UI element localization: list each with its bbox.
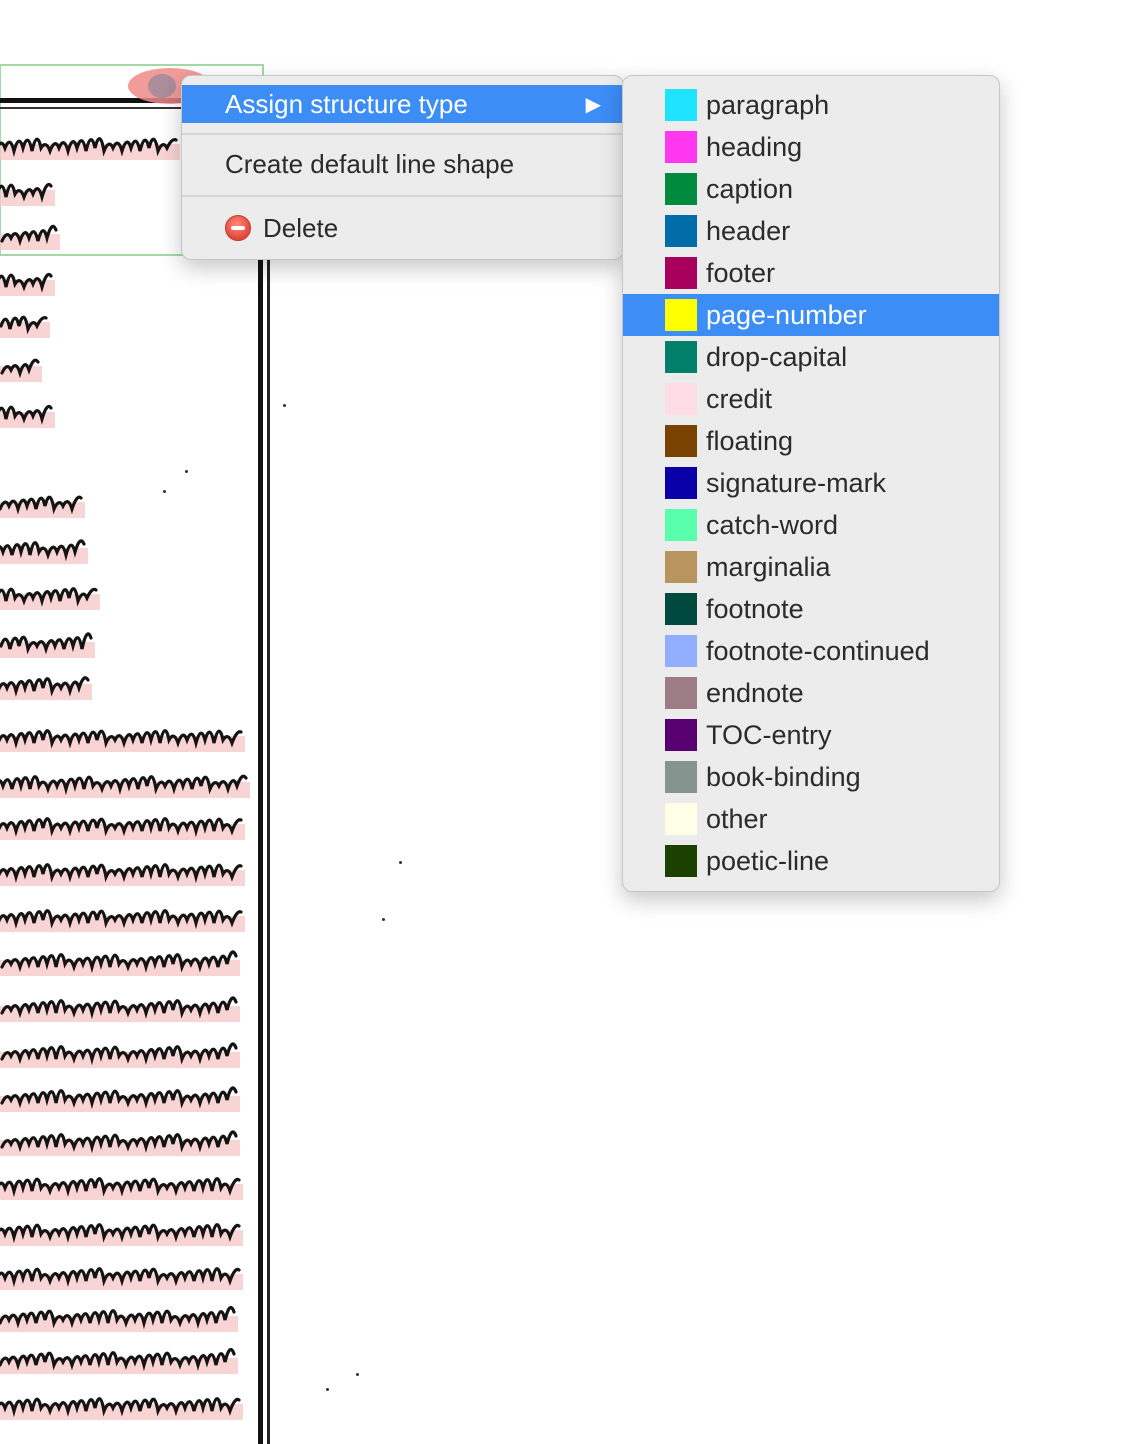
menu-item-create-default-line-shape[interactable]: Create default line shape bbox=[182, 143, 623, 185]
text-lines-group bbox=[0, 137, 250, 1420]
color-swatch-icon bbox=[665, 383, 697, 415]
submenu-item-heading[interactable]: heading bbox=[623, 126, 999, 168]
text-line-region[interactable] bbox=[0, 144, 180, 160]
submenu-item-label: page-number bbox=[706, 299, 867, 330]
color-swatch-icon bbox=[665, 131, 697, 163]
color-swatch-icon bbox=[665, 761, 697, 793]
color-swatch-icon bbox=[665, 845, 697, 877]
menu-separator bbox=[182, 195, 623, 197]
color-swatch-icon bbox=[665, 509, 697, 541]
scan-speck bbox=[326, 1388, 329, 1391]
color-swatch-icon bbox=[665, 677, 697, 709]
menu-separator bbox=[182, 133, 623, 135]
color-swatch-icon bbox=[665, 299, 697, 331]
color-swatch-icon bbox=[665, 467, 697, 499]
submenu-item-footnote[interactable]: footnote bbox=[623, 588, 999, 630]
scan-speck bbox=[283, 404, 286, 407]
color-swatch-icon bbox=[665, 425, 697, 457]
submenu-item-drop-capital[interactable]: drop-capital bbox=[623, 336, 999, 378]
color-swatch-icon bbox=[665, 593, 697, 625]
color-swatch-icon bbox=[665, 215, 697, 247]
scan-speck bbox=[163, 490, 166, 493]
submenu-item-floating[interactable]: floating bbox=[623, 420, 999, 462]
scan-speck bbox=[356, 1373, 359, 1376]
handwritten-text-stroke bbox=[0, 1130, 238, 1154]
color-swatch-icon bbox=[665, 803, 697, 835]
handwritten-text-stroke bbox=[0, 272, 53, 293]
submenu-item-label: caption bbox=[706, 173, 794, 204]
submenu-item-label: TOC-entry bbox=[706, 719, 832, 750]
submenu-item-label: paragraph bbox=[706, 89, 830, 120]
submenu-item-footer[interactable]: footer bbox=[623, 252, 999, 294]
handwritten-text-stroke bbox=[0, 1305, 236, 1330]
submenu-arrow-icon: ▶ bbox=[585, 93, 601, 116]
color-swatch-icon bbox=[665, 173, 697, 205]
color-swatch-icon bbox=[665, 341, 697, 373]
submenu-item-endnote[interactable]: endnote bbox=[623, 672, 999, 714]
submenu-item-paragraph[interactable]: paragraph bbox=[623, 84, 999, 126]
submenu-item-book-binding[interactable]: book-binding bbox=[623, 756, 999, 798]
submenu-item-label: drop-capital bbox=[706, 341, 848, 372]
submenu-item-label: credit bbox=[706, 383, 773, 414]
page-border-right-outer bbox=[267, 100, 270, 1444]
handwritten-text-stroke bbox=[0, 224, 58, 247]
submenu-item-label: floating bbox=[706, 425, 794, 456]
color-swatch-icon bbox=[665, 89, 697, 121]
handwritten-text-stroke bbox=[0, 1042, 238, 1066]
context-menu: Assign structure type ▶ Create default l… bbox=[181, 75, 624, 260]
structure-type-submenu: paragraph heading caption header footer page-… bbox=[622, 75, 1000, 892]
submenu-item-label: header bbox=[706, 215, 791, 246]
submenu-item-page-number[interactable]: page-number bbox=[623, 294, 999, 336]
color-swatch-icon bbox=[665, 635, 697, 667]
menu-item-delete[interactable]: Delete bbox=[182, 207, 623, 249]
handwritten-text-stroke bbox=[0, 1347, 236, 1372]
submenu-item-poetic-line[interactable]: poetic-line bbox=[623, 840, 999, 882]
submenu-item-label: heading bbox=[706, 131, 803, 162]
submenu-item-label: poetic-line bbox=[706, 845, 830, 876]
menu-item-label: Assign structure type bbox=[225, 88, 468, 119]
submenu-item-footnote-continued[interactable]: footnote-continued bbox=[623, 630, 999, 672]
scan-speck bbox=[185, 470, 188, 473]
handwritten-text-stroke bbox=[0, 1086, 238, 1110]
page-border-right bbox=[258, 100, 263, 1444]
page-number-handle[interactable] bbox=[148, 74, 176, 98]
scan-speck bbox=[399, 861, 402, 864]
scan-speck bbox=[382, 918, 385, 921]
submenu-item-credit[interactable]: credit bbox=[623, 378, 999, 420]
submenu-item-marginalia[interactable]: marginalia bbox=[623, 546, 999, 588]
submenu-item-label: other bbox=[706, 803, 768, 834]
menu-item-assign-structure-type[interactable]: Assign structure type ▶ bbox=[182, 85, 623, 123]
color-swatch-icon bbox=[665, 257, 697, 289]
menu-item-label: Create default line shape bbox=[225, 148, 515, 179]
submenu-item-label: marginalia bbox=[706, 551, 831, 582]
color-swatch-icon bbox=[665, 551, 697, 583]
submenu-item-label: catch-word bbox=[706, 509, 839, 540]
submenu-item-toc-entry[interactable]: TOC-entry bbox=[623, 714, 999, 756]
handwritten-text-stroke bbox=[0, 182, 53, 203]
handwritten-text-stroke bbox=[0, 996, 238, 1020]
menu-item-label: Delete bbox=[263, 212, 339, 243]
handwritten-text-stroke bbox=[0, 950, 238, 974]
submenu-item-caption[interactable]: caption bbox=[623, 168, 999, 210]
color-swatch-icon bbox=[665, 719, 697, 751]
submenu-item-label: endnote bbox=[706, 677, 804, 708]
submenu-item-label: footnote bbox=[706, 593, 804, 624]
delete-icon bbox=[225, 215, 251, 241]
submenu-item-other[interactable]: other bbox=[623, 798, 999, 840]
submenu-item-header[interactable]: header bbox=[623, 210, 999, 252]
submenu-item-catch-word[interactable]: catch-word bbox=[623, 504, 999, 546]
submenu-item-label: footnote-continued bbox=[706, 635, 930, 666]
submenu-item-label: signature-mark bbox=[706, 467, 887, 498]
submenu-item-label: book-binding bbox=[706, 761, 861, 792]
handwritten-text-stroke bbox=[0, 404, 53, 425]
submenu-item-signature-mark[interactable]: signature-mark bbox=[623, 462, 999, 504]
submenu-item-label: footer bbox=[706, 257, 776, 288]
